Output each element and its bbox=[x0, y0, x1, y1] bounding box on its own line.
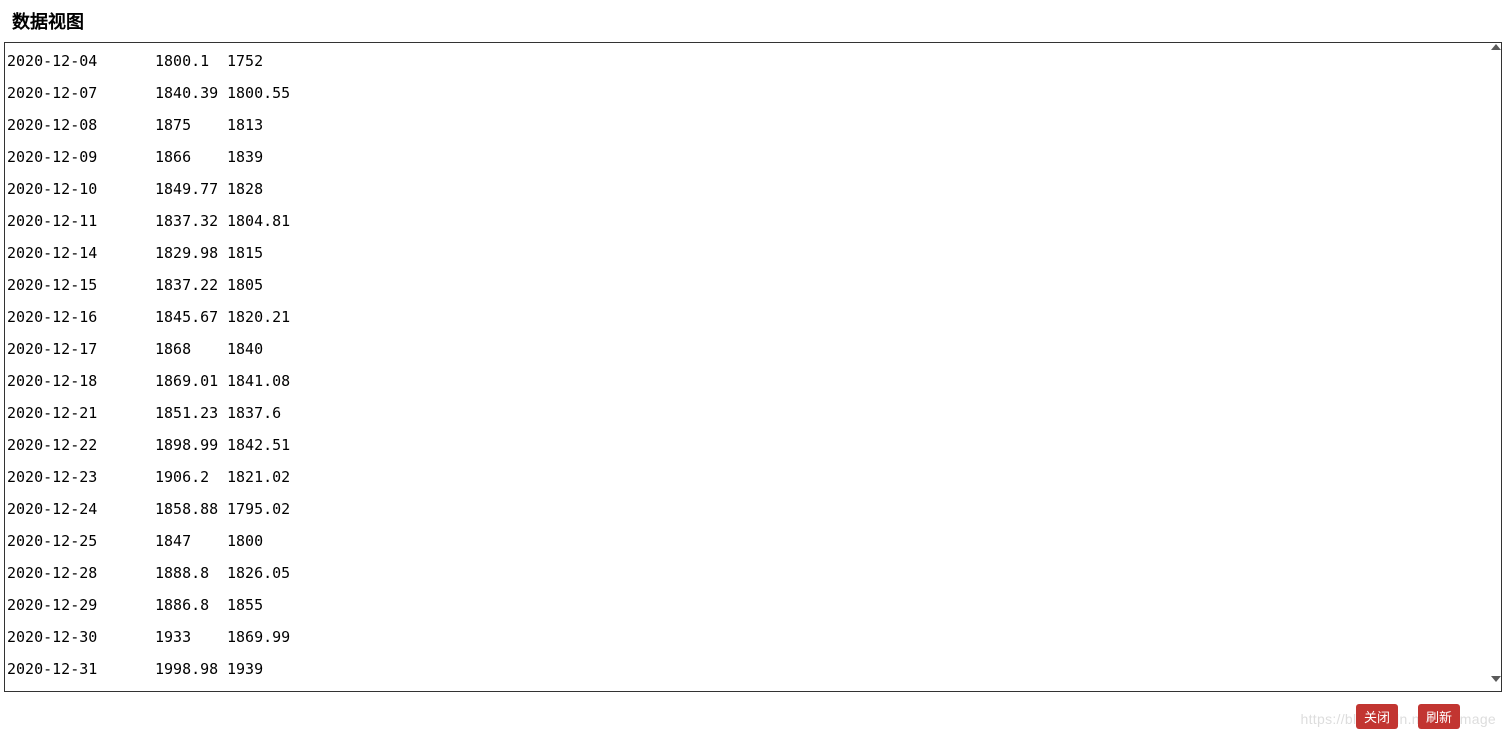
cell-date: 2020-12-22 bbox=[7, 436, 155, 454]
cell-value1: 1837.22 bbox=[155, 276, 227, 294]
table-row[interactable]: 2020-12-161845.671820.21 bbox=[7, 301, 1499, 333]
refresh-button[interactable]: 刷新 bbox=[1418, 704, 1460, 729]
cell-value2: 1800 bbox=[227, 532, 263, 550]
cell-value2: 1841.08 bbox=[227, 372, 290, 390]
cell-value1: 1869.01 bbox=[155, 372, 227, 390]
cell-date: 2020-12-14 bbox=[7, 244, 155, 262]
cell-date: 2020-12-09 bbox=[7, 148, 155, 166]
cell-value2: 1826.05 bbox=[227, 564, 290, 582]
cell-date: 2020-12-25 bbox=[7, 532, 155, 550]
cell-value1: 1998.98 bbox=[155, 660, 227, 678]
cell-value1: 1847 bbox=[155, 532, 227, 550]
cell-value2: 1805 bbox=[227, 276, 263, 294]
table-row[interactable]: 2020-12-2518471800 bbox=[7, 525, 1499, 557]
cell-value1: 1800.1 bbox=[155, 52, 227, 70]
table-row[interactable]: 2020-12-231906.21821.02 bbox=[7, 461, 1499, 493]
cell-date: 2020-12-29 bbox=[7, 596, 155, 614]
cell-value2: 1804.81 bbox=[227, 212, 290, 230]
table-row[interactable]: 2020-12-311998.981939 bbox=[7, 653, 1499, 685]
table-row[interactable]: 2020-12-111837.321804.81 bbox=[7, 205, 1499, 237]
cell-date: 2020-12-21 bbox=[7, 404, 155, 422]
cell-value2: 1839 bbox=[227, 148, 263, 166]
table-row[interactable]: 2020-12-041800.11752 bbox=[7, 45, 1499, 77]
cell-date: 2020-12-31 bbox=[7, 660, 155, 678]
cell-value1: 1837.32 bbox=[155, 212, 227, 230]
data-view-textarea[interactable]: 2020-12-041800.117522020-12-071840.39180… bbox=[4, 42, 1502, 692]
cell-value1: 1888.8 bbox=[155, 564, 227, 582]
cell-date: 2020-12-28 bbox=[7, 564, 155, 582]
cell-value1: 1845.67 bbox=[155, 308, 227, 326]
table-row[interactable]: 2020-12-071840.391800.55 bbox=[7, 77, 1499, 109]
table-row[interactable]: 2020-12-241858.881795.02 bbox=[7, 493, 1499, 525]
cell-date: 2020-12-11 bbox=[7, 212, 155, 230]
table-row[interactable]: 2020-12-211851.231837.6 bbox=[7, 397, 1499, 429]
cell-date: 2020-12-16 bbox=[7, 308, 155, 326]
page-title: 数据视图 bbox=[0, 0, 1506, 42]
cell-date: 2020-12-10 bbox=[7, 180, 155, 198]
cell-date: 2020-12-07 bbox=[7, 84, 155, 102]
table-row[interactable]: 2020-12-101849.771828 bbox=[7, 173, 1499, 205]
cell-value2: 1795.02 bbox=[227, 500, 290, 518]
cell-value1: 1933 bbox=[155, 628, 227, 646]
cell-date: 2020-12-23 bbox=[7, 468, 155, 486]
cell-value2: 1813 bbox=[227, 116, 263, 134]
scroll-down-icon[interactable] bbox=[1488, 672, 1504, 686]
cell-date: 2020-12-24 bbox=[7, 500, 155, 518]
table-row[interactable]: 2020-12-1718681840 bbox=[7, 333, 1499, 365]
cell-value2: 1800.55 bbox=[227, 84, 290, 102]
cell-date: 2020-12-08 bbox=[7, 116, 155, 134]
cell-value1: 1866 bbox=[155, 148, 227, 166]
cell-value2: 1815 bbox=[227, 244, 263, 262]
cell-value1: 1849.77 bbox=[155, 180, 227, 198]
cell-value2: 1820.21 bbox=[227, 308, 290, 326]
cell-value1: 1851.23 bbox=[155, 404, 227, 422]
scroll-up-icon[interactable] bbox=[1488, 40, 1504, 54]
cell-date: 2020-12-30 bbox=[7, 628, 155, 646]
footer-buttons: 关闭 刷新 bbox=[1356, 704, 1460, 729]
table-row[interactable]: 2020-12-0818751813 bbox=[7, 109, 1499, 141]
cell-value1: 1886.8 bbox=[155, 596, 227, 614]
cell-value2: 1821.02 bbox=[227, 468, 290, 486]
data-content[interactable]: 2020-12-041800.117522020-12-071840.39180… bbox=[5, 43, 1501, 687]
cell-value2: 1939 bbox=[227, 660, 263, 678]
table-row[interactable]: 2020-12-181869.011841.08 bbox=[7, 365, 1499, 397]
cell-date: 2020-12-17 bbox=[7, 340, 155, 358]
cell-date: 2020-12-18 bbox=[7, 372, 155, 390]
cell-value2: 1752 bbox=[227, 52, 263, 70]
table-row[interactable]: 2020-12-281888.81826.05 bbox=[7, 557, 1499, 589]
table-row[interactable]: 2020-12-291886.81855 bbox=[7, 589, 1499, 621]
table-row[interactable]: 2020-12-141829.981815 bbox=[7, 237, 1499, 269]
table-row[interactable]: 2020-12-0918661839 bbox=[7, 141, 1499, 173]
table-row[interactable]: 2020-12-221898.991842.51 bbox=[7, 429, 1499, 461]
cell-value1: 1840.39 bbox=[155, 84, 227, 102]
cell-value1: 1875 bbox=[155, 116, 227, 134]
cell-value2: 1840 bbox=[227, 340, 263, 358]
cell-value1: 1829.98 bbox=[155, 244, 227, 262]
cell-value1: 1858.88 bbox=[155, 500, 227, 518]
cell-value2: 1869.99 bbox=[227, 628, 290, 646]
cell-value1: 1906.2 bbox=[155, 468, 227, 486]
cell-value1: 1868 bbox=[155, 340, 227, 358]
table-row[interactable]: 2020-12-151837.221805 bbox=[7, 269, 1499, 301]
cell-value2: 1855 bbox=[227, 596, 263, 614]
cell-value2: 1842.51 bbox=[227, 436, 290, 454]
cell-value2: 1837.6 bbox=[227, 404, 281, 422]
table-row[interactable]: 2020-12-3019331869.99 bbox=[7, 621, 1499, 653]
cell-date: 2020-12-04 bbox=[7, 52, 155, 70]
cell-date: 2020-12-15 bbox=[7, 276, 155, 294]
cell-value1: 1898.99 bbox=[155, 436, 227, 454]
cell-value2: 1828 bbox=[227, 180, 263, 198]
close-button[interactable]: 关闭 bbox=[1356, 704, 1398, 729]
